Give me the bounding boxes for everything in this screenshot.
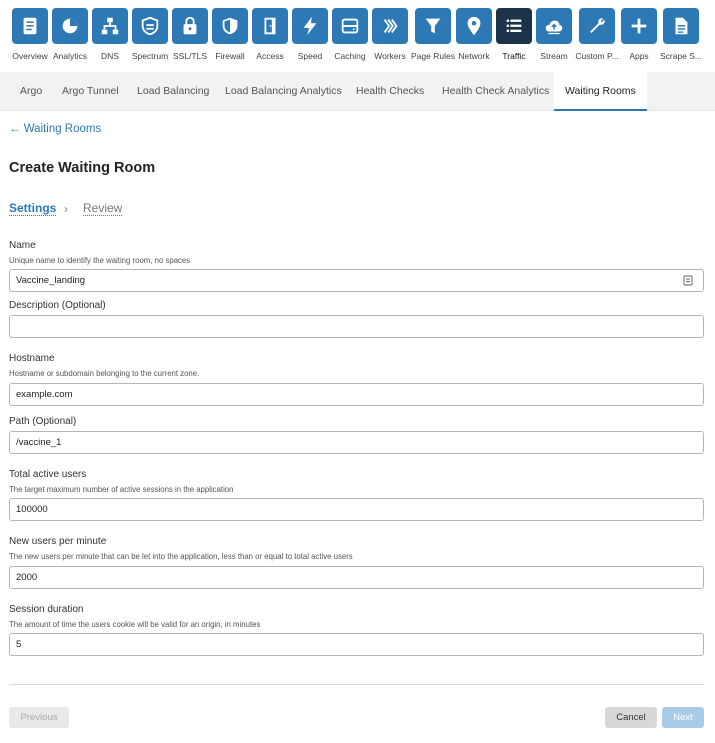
description-label: Description (Optional)	[9, 300, 106, 311]
session-duration-value: 5	[16, 639, 22, 650]
total-active-users-field[interactable]: 100000	[9, 498, 704, 521]
session-duration-label: Session duration	[9, 604, 84, 615]
path-value: /vaccine_1	[16, 437, 62, 448]
cancel-button[interactable]: Cancel	[605, 707, 657, 728]
tab-waiting-rooms[interactable]: Waiting Rooms	[554, 72, 647, 111]
new-users-per-minute-label: New users per minute	[9, 536, 107, 547]
total-active-users-value: 100000	[16, 504, 48, 515]
tab-argo-tunnel[interactable]: Argo Tunnel	[62, 72, 119, 111]
name-help: Unique name to identify the waiting room…	[9, 256, 191, 265]
tab-health-checks[interactable]: Health Checks	[356, 72, 424, 111]
new-users-per-minute-field[interactable]: 2000	[9, 566, 704, 589]
step-review[interactable]: Review	[83, 201, 123, 216]
description-field[interactable]	[9, 315, 704, 338]
form-divider	[9, 684, 704, 685]
tab-load-balancing-analytics[interactable]: Load Balancing Analytics	[225, 72, 342, 111]
back-to-waiting-rooms-link[interactable]: ← Waiting Rooms	[9, 123, 101, 135]
next-button[interactable]: Next	[662, 707, 704, 728]
name-label: Name	[9, 240, 36, 251]
step-settings[interactable]: Settings	[9, 201, 57, 216]
page-icon	[663, 8, 699, 44]
name-field[interactable]: Vaccine_landing	[9, 269, 704, 292]
tab-load-balancing[interactable]: Load Balancing	[137, 72, 209, 111]
total-active-users-label: Total active users	[9, 469, 87, 480]
path-label: Path (Optional)	[9, 416, 77, 427]
toolbar-label: Scrape S...	[659, 51, 703, 61]
name-value: Vaccine_landing	[16, 275, 86, 286]
total-active-users-help: The target maximum number of active sess…	[9, 485, 234, 494]
hostname-field[interactable]: example.com	[9, 383, 704, 406]
previous-button[interactable]: Previous	[9, 707, 69, 728]
page-title: Create Waiting Room	[9, 160, 156, 176]
new-users-per-minute-value: 2000	[16, 572, 38, 583]
chevron-right-icon: ›	[64, 202, 68, 216]
hostname-label: Hostname	[9, 353, 55, 364]
tab-health-check-analytics[interactable]: Health Check Analytics	[442, 72, 549, 111]
hostname-help: Hostname or subdomain belonging to the c…	[9, 369, 200, 378]
path-field[interactable]: /vaccine_1	[9, 431, 704, 454]
hostname-value: example.com	[16, 389, 73, 400]
traffic-subnav: Argo Argo Tunnel Load Balancing Load Bal…	[0, 72, 715, 111]
autofill-icon[interactable]	[683, 275, 693, 286]
session-duration-help: The amount of time the users cookie will…	[9, 620, 261, 629]
tab-argo[interactable]: Argo	[20, 72, 42, 111]
session-duration-field[interactable]: 5	[9, 633, 704, 656]
zone-app-toolbar: Overview Analytics DNS Spectrum SSL/TLS …	[0, 0, 715, 72]
new-users-per-minute-help: The new users per minute that can be let…	[9, 552, 353, 561]
toolbar-scrape-shield[interactable]: Scrape S...	[651, 8, 711, 68]
